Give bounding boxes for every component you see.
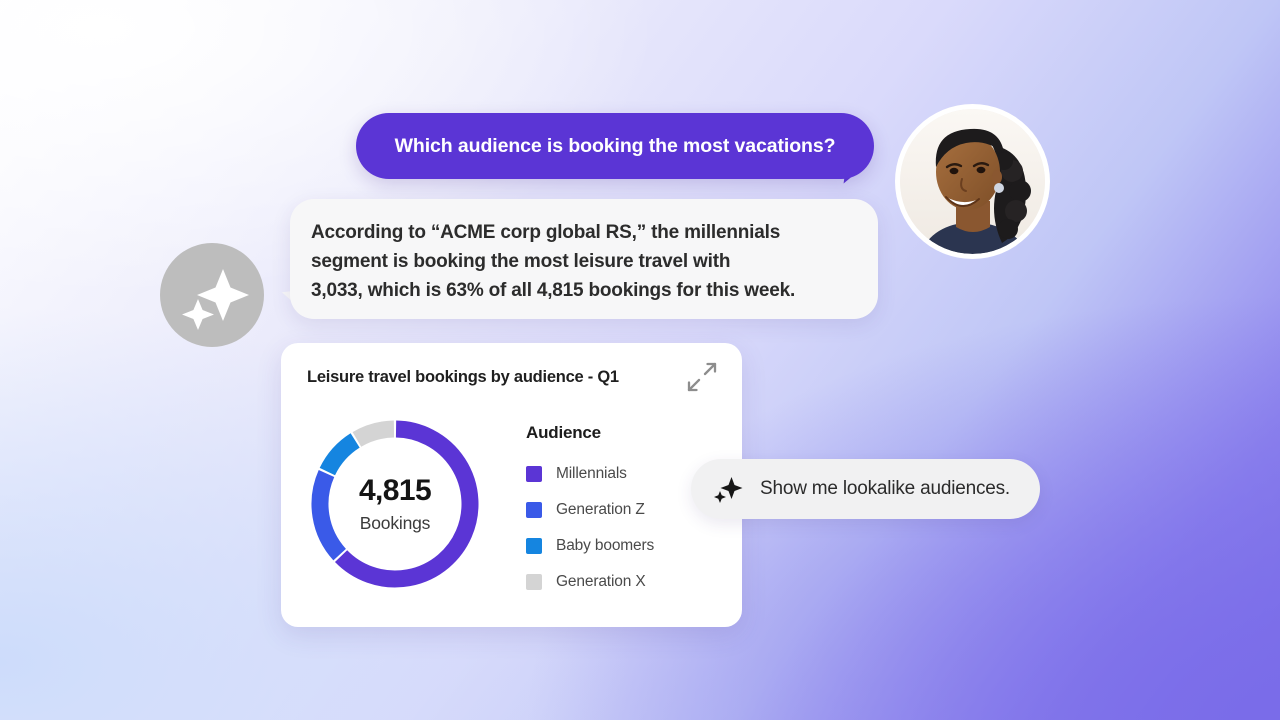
legend-item-label: Generation Z [556, 501, 645, 518]
legend-swatch [526, 466, 542, 482]
expand-arrows-icon [687, 362, 717, 392]
answer-line-2: segment is booking the most leisure trav… [311, 251, 731, 272]
donut-segment [311, 470, 347, 561]
legend-rows: Millennials Generation Z Baby boomers Gener… [526, 456, 654, 600]
donut-segment [352, 420, 395, 447]
legend-title: Audience [526, 423, 601, 442]
assistant-avatar [160, 243, 264, 347]
sparkle-icon [714, 477, 743, 503]
donut-segment [334, 420, 479, 588]
lookalike-suggestion-text: Show me lookalike audiences. [760, 478, 1010, 499]
donut-chart: 4,815 Bookings [306, 415, 484, 593]
donut-segments [311, 420, 479, 588]
user-avatar-photo [900, 109, 1045, 254]
legend-swatch [526, 502, 542, 518]
legend-item[interactable]: Generation X [526, 564, 654, 600]
sparkle-icon [182, 269, 249, 330]
assistant-answer-bubble: According to “ACME corp global RS,” the … [290, 199, 878, 319]
chart-card: Leisure travel bookings by audience - Q1… [281, 343, 742, 627]
donut-chart-svg [311, 420, 479, 588]
legend-swatch [526, 538, 542, 554]
expand-chart-button[interactable] [685, 360, 719, 394]
legend-item-label: Generation X [556, 573, 646, 590]
user-question-bubble: Which audience is booking the most vacat… [356, 113, 874, 179]
app-background: Which audience is booking the most vacat… [0, 0, 1280, 720]
donut-segment [319, 433, 360, 476]
answer-line-1: According to “ACME corp global RS,” the … [311, 222, 781, 243]
user-photo-illustration [900, 109, 1045, 254]
legend-swatch [526, 574, 542, 590]
legend-item[interactable]: Millennials [526, 456, 654, 492]
legend-item-label: Millennials [556, 465, 627, 482]
user-question-text: Which audience is booking the most vacat… [394, 134, 836, 157]
chart-card-title: Leisure travel bookings by audience - Q1 [307, 368, 619, 386]
answer-line-3: 3,033, which is 63% of all 4,815 booking… [311, 280, 796, 301]
lookalike-suggestion-chip[interactable]: Show me lookalike audiences. [691, 459, 1040, 519]
legend-item[interactable]: Generation Z [526, 492, 654, 528]
legend-item-label: Baby boomers [556, 537, 655, 554]
legend-item[interactable]: Baby boomers [526, 528, 654, 564]
user-avatar [895, 104, 1050, 259]
chart-legend: Audience Millennials Generation Z Baby boo… [526, 423, 654, 600]
